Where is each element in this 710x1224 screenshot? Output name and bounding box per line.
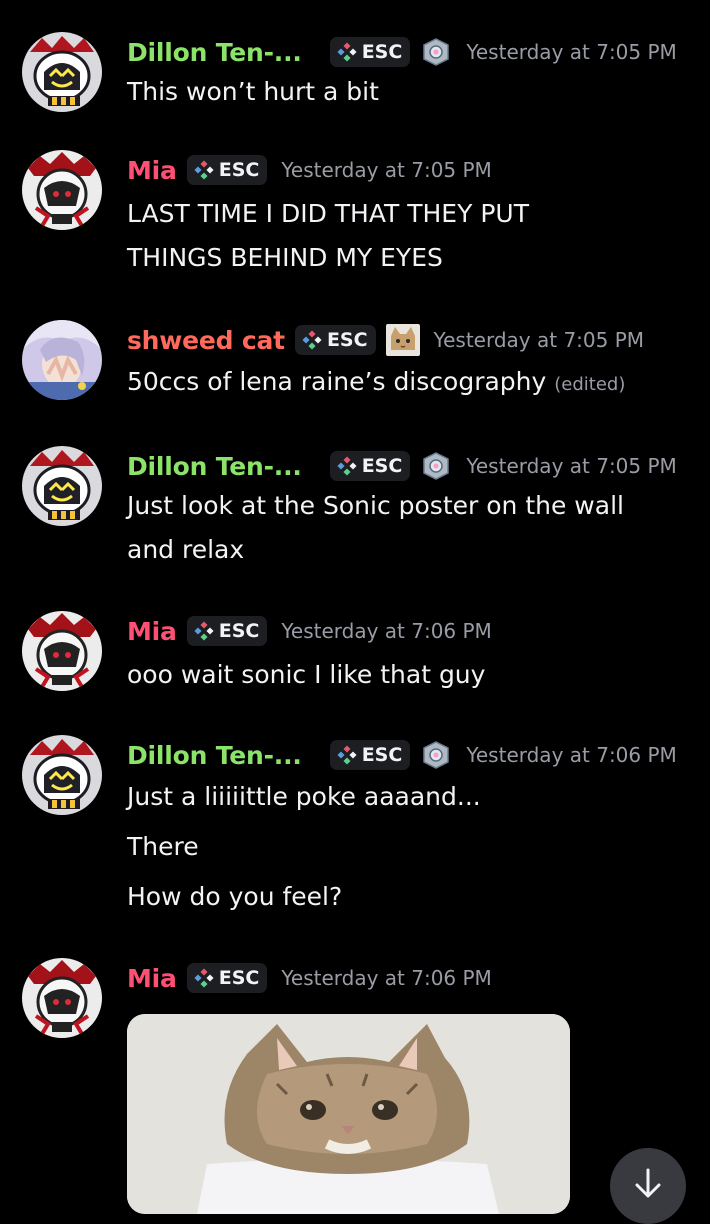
esc-diamond-icon	[337, 42, 357, 62]
dillon-avatar[interactable]	[22, 446, 102, 526]
esc-diamond-icon	[337, 456, 357, 476]
message-text: and relax	[127, 535, 245, 564]
arrow-down-icon	[635, 1168, 661, 1198]
esc-diamond-icon	[337, 745, 357, 765]
username[interactable]: Dillon Ten-...	[127, 452, 302, 481]
cube-badge-icon	[420, 450, 452, 482]
timestamp: Yesterday at 7:06 PM	[281, 966, 492, 990]
dillon-avatar[interactable]	[22, 32, 102, 112]
message-header: Mia ESC Yesterday at 7:05 PM	[127, 150, 492, 190]
server-tag[interactable]: ESC	[294, 325, 376, 355]
message-header: Mia ESC Yesterday at 7:06 PM	[127, 611, 492, 651]
message-body: 50ccs of lena raine’s discography	[127, 367, 547, 396]
mia-avatar[interactable]	[22, 150, 102, 230]
message-header: Mia ESC Yesterday at 7:06 PM	[127, 958, 492, 998]
message-text: How do you feel?	[127, 882, 343, 911]
server-tag-label: ESC	[218, 967, 260, 989]
server-tag-label: ESC	[361, 455, 403, 477]
username[interactable]: Mia	[127, 156, 177, 185]
message-text: This won’t hurt a bit	[127, 77, 379, 106]
server-tag-label: ESC	[361, 744, 403, 766]
cube-badge-icon	[420, 739, 452, 771]
timestamp: Yesterday at 7:05 PM	[433, 328, 645, 352]
esc-diamond-icon	[302, 330, 322, 350]
message-header: shweed cat ESC Yesterday at 7:05 PM	[127, 320, 644, 360]
dillon-avatar[interactable]	[22, 735, 102, 815]
server-tag[interactable]: ESC	[329, 451, 411, 481]
message-text: Just a liiiiittle poke aaaand...	[127, 782, 481, 811]
username[interactable]: Mia	[127, 617, 177, 646]
message-text: There	[127, 832, 199, 861]
username[interactable]: Dillon Ten-...	[127, 741, 302, 770]
message-text: Just look at the Sonic poster on the wal…	[127, 491, 624, 520]
cube-badge-icon	[420, 36, 452, 68]
timestamp: Yesterday at 7:05 PM	[466, 40, 677, 64]
timestamp: Yesterday at 7:06 PM	[466, 743, 677, 767]
timestamp: Yesterday at 7:06 PM	[281, 619, 492, 643]
cat-image	[127, 1014, 570, 1214]
shweed-avatar[interactable]	[22, 320, 102, 400]
username[interactable]: shweed cat	[127, 326, 285, 355]
timestamp: Yesterday at 7:05 PM	[466, 454, 677, 478]
server-tag[interactable]: ESC	[329, 740, 411, 770]
message-header: Dillon Ten-... ESC Yesterday at 7:05 PM	[127, 32, 677, 72]
esc-diamond-icon	[194, 621, 214, 641]
esc-diamond-icon	[194, 968, 214, 988]
scroll-to-bottom-button[interactable]	[610, 1148, 686, 1224]
cat-badge-icon	[385, 324, 420, 356]
server-tag[interactable]: ESC	[186, 963, 268, 993]
edited-label: (edited)	[554, 374, 626, 395]
cat-image-attachment[interactable]	[127, 1014, 570, 1214]
mia-avatar[interactable]	[22, 611, 102, 691]
message-header: Dillon Ten-... ESC Yesterday at 7:06 PM	[127, 735, 677, 775]
timestamp: Yesterday at 7:05 PM	[281, 158, 492, 182]
server-tag[interactable]: ESC	[329, 37, 411, 67]
server-tag-label: ESC	[361, 41, 403, 63]
server-tag[interactable]: ESC	[186, 155, 268, 185]
mia-avatar[interactable]	[22, 958, 102, 1038]
message-text: LAST TIME I DID THAT THEY PUT	[127, 199, 529, 228]
username[interactable]: Dillon Ten-...	[127, 38, 302, 67]
server-tag[interactable]: ESC	[186, 616, 268, 646]
username[interactable]: Mia	[127, 964, 177, 993]
server-tag-label: ESC	[326, 329, 368, 351]
server-tag-label: ESC	[218, 159, 260, 181]
server-tag-label: ESC	[218, 620, 260, 642]
message-header: Dillon Ten-... ESC Yesterday at 7:05 PM	[127, 446, 677, 486]
esc-diamond-icon	[194, 160, 214, 180]
message-text: 50ccs of lena raine’s discography (edite…	[127, 360, 625, 407]
message-text: ooo wait sonic I like that guy	[127, 660, 486, 689]
message-text: THINGS BEHIND MY EYES	[127, 243, 443, 272]
